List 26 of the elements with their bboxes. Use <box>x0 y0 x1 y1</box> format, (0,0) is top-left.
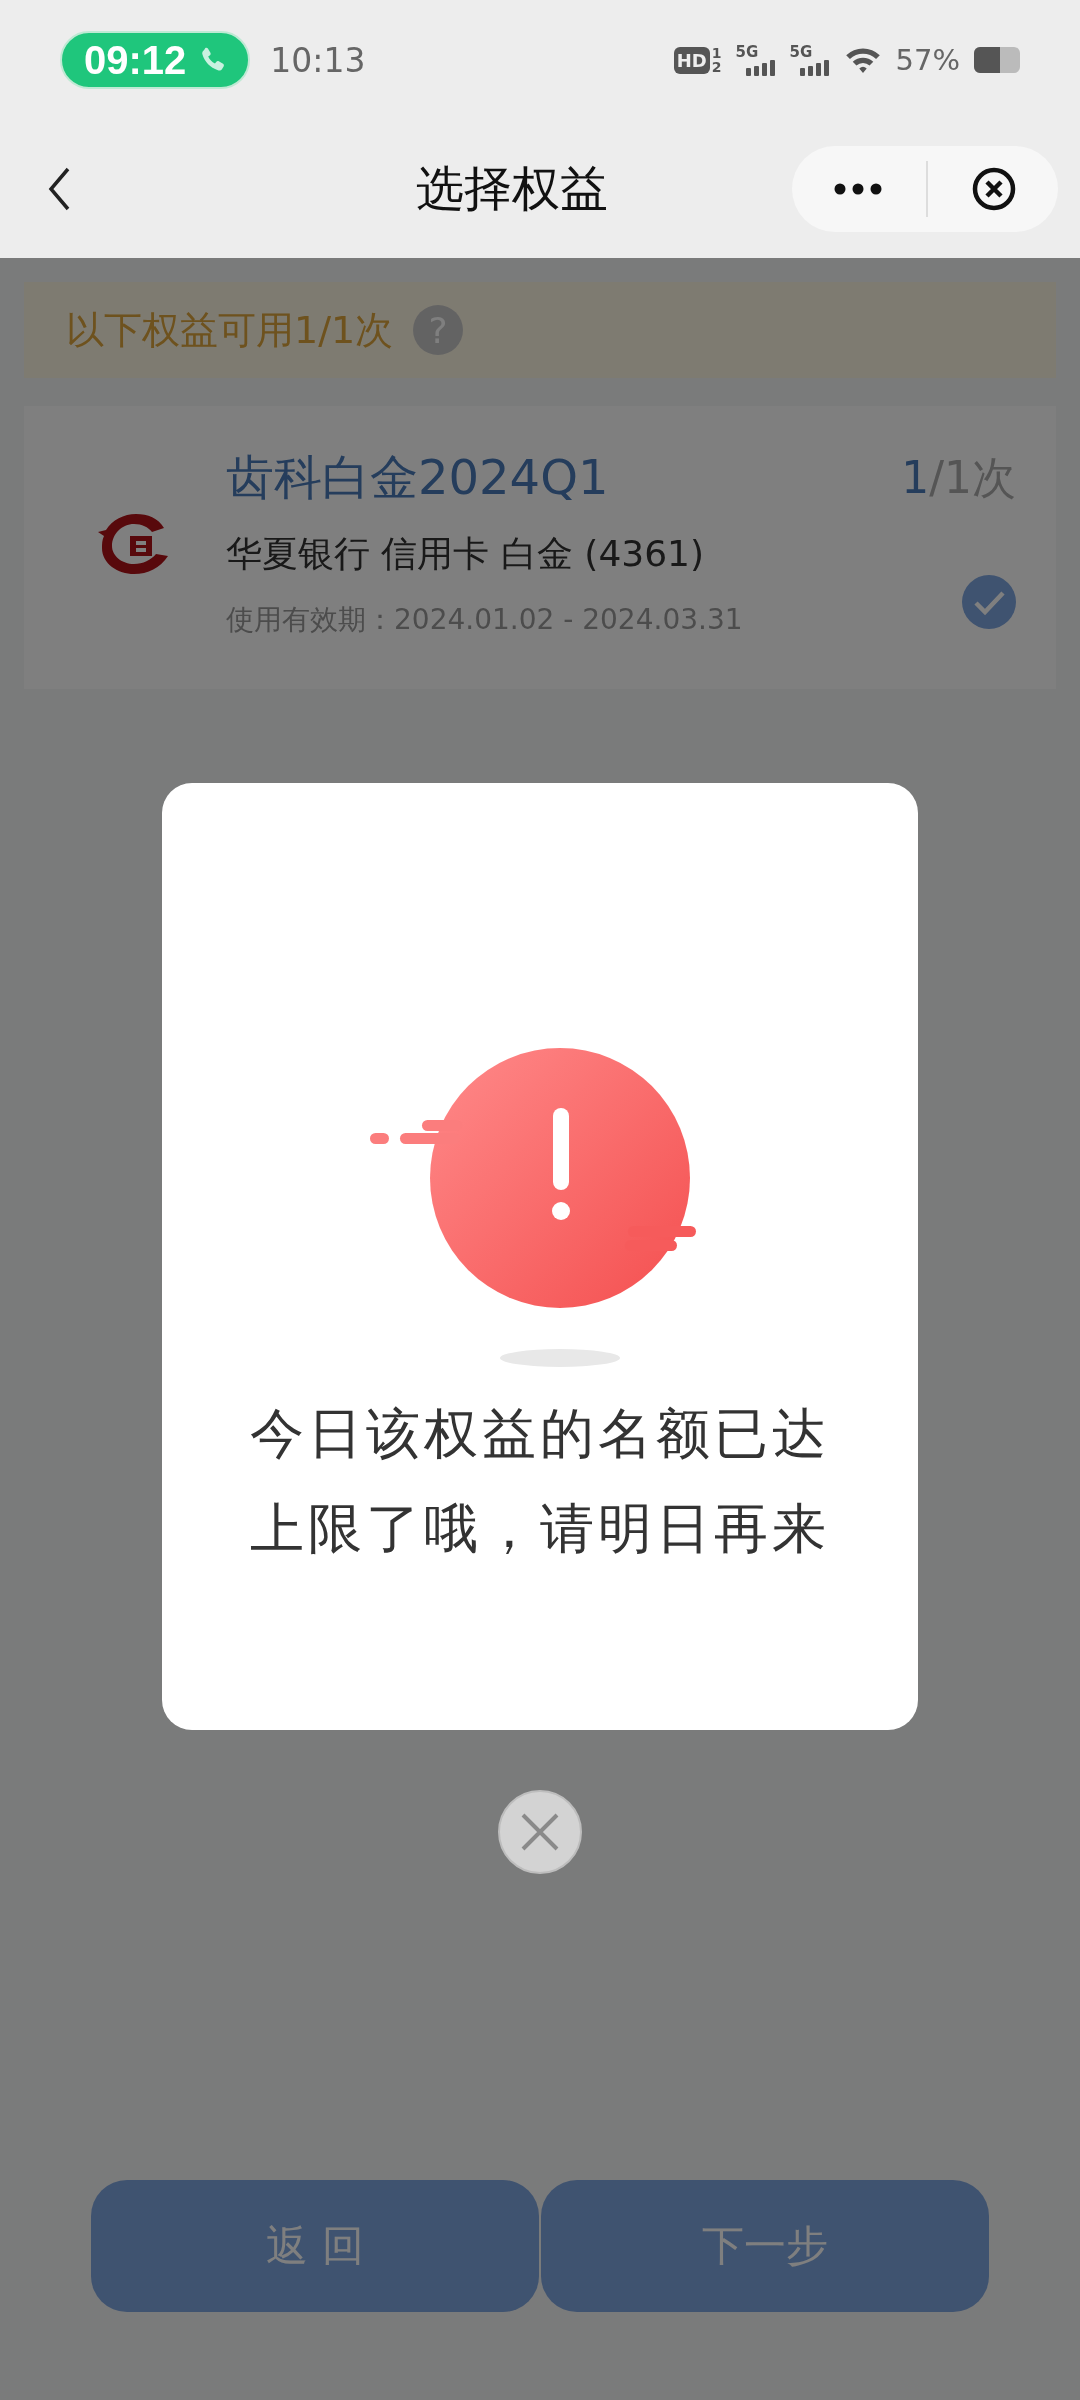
network-label: 5G <box>789 44 813 60</box>
used-count: 1 <box>901 451 930 503</box>
notice-text: 以下权益可用1/1次 <box>66 306 394 354</box>
close-icon[interactable] <box>972 167 1016 211</box>
clock: 10:13 <box>270 40 366 80</box>
battery-icon <box>974 47 1020 73</box>
dialog-message: 今日该权益的名额已达 <box>250 1401 830 1467</box>
page-title: 选择权益 <box>415 159 609 218</box>
sim-number: 2 <box>711 60 722 74</box>
hd-badge: HD <box>673 46 710 74</box>
back-icon[interactable] <box>48 167 72 211</box>
selection-checkbox[interactable] <box>962 575 1016 629</box>
wifi-icon <box>843 46 882 74</box>
call-indicator[interactable]: 09:12 <box>60 31 251 89</box>
sim-number: 1 <box>711 46 722 60</box>
action-button[interactable]: 下一步 <box>541 2180 989 2312</box>
action-button[interactable]: 返 回 <box>91 2180 539 2312</box>
benefit-title: 齿科白金2024Q1 <box>226 448 609 507</box>
more-icon[interactable] <box>834 183 882 195</box>
dialog-message: 上限了哦，请明日再来 <box>250 1496 830 1562</box>
signal-icon <box>745 60 776 76</box>
help-button[interactable]: ? <box>413 305 464 355</box>
card-name: 华夏银行 信用卡 白金 (4361) <box>226 532 706 576</box>
battery-percentage: 57% <box>895 43 960 77</box>
network-label: 5G <box>735 44 759 60</box>
signal-icon <box>799 60 830 76</box>
